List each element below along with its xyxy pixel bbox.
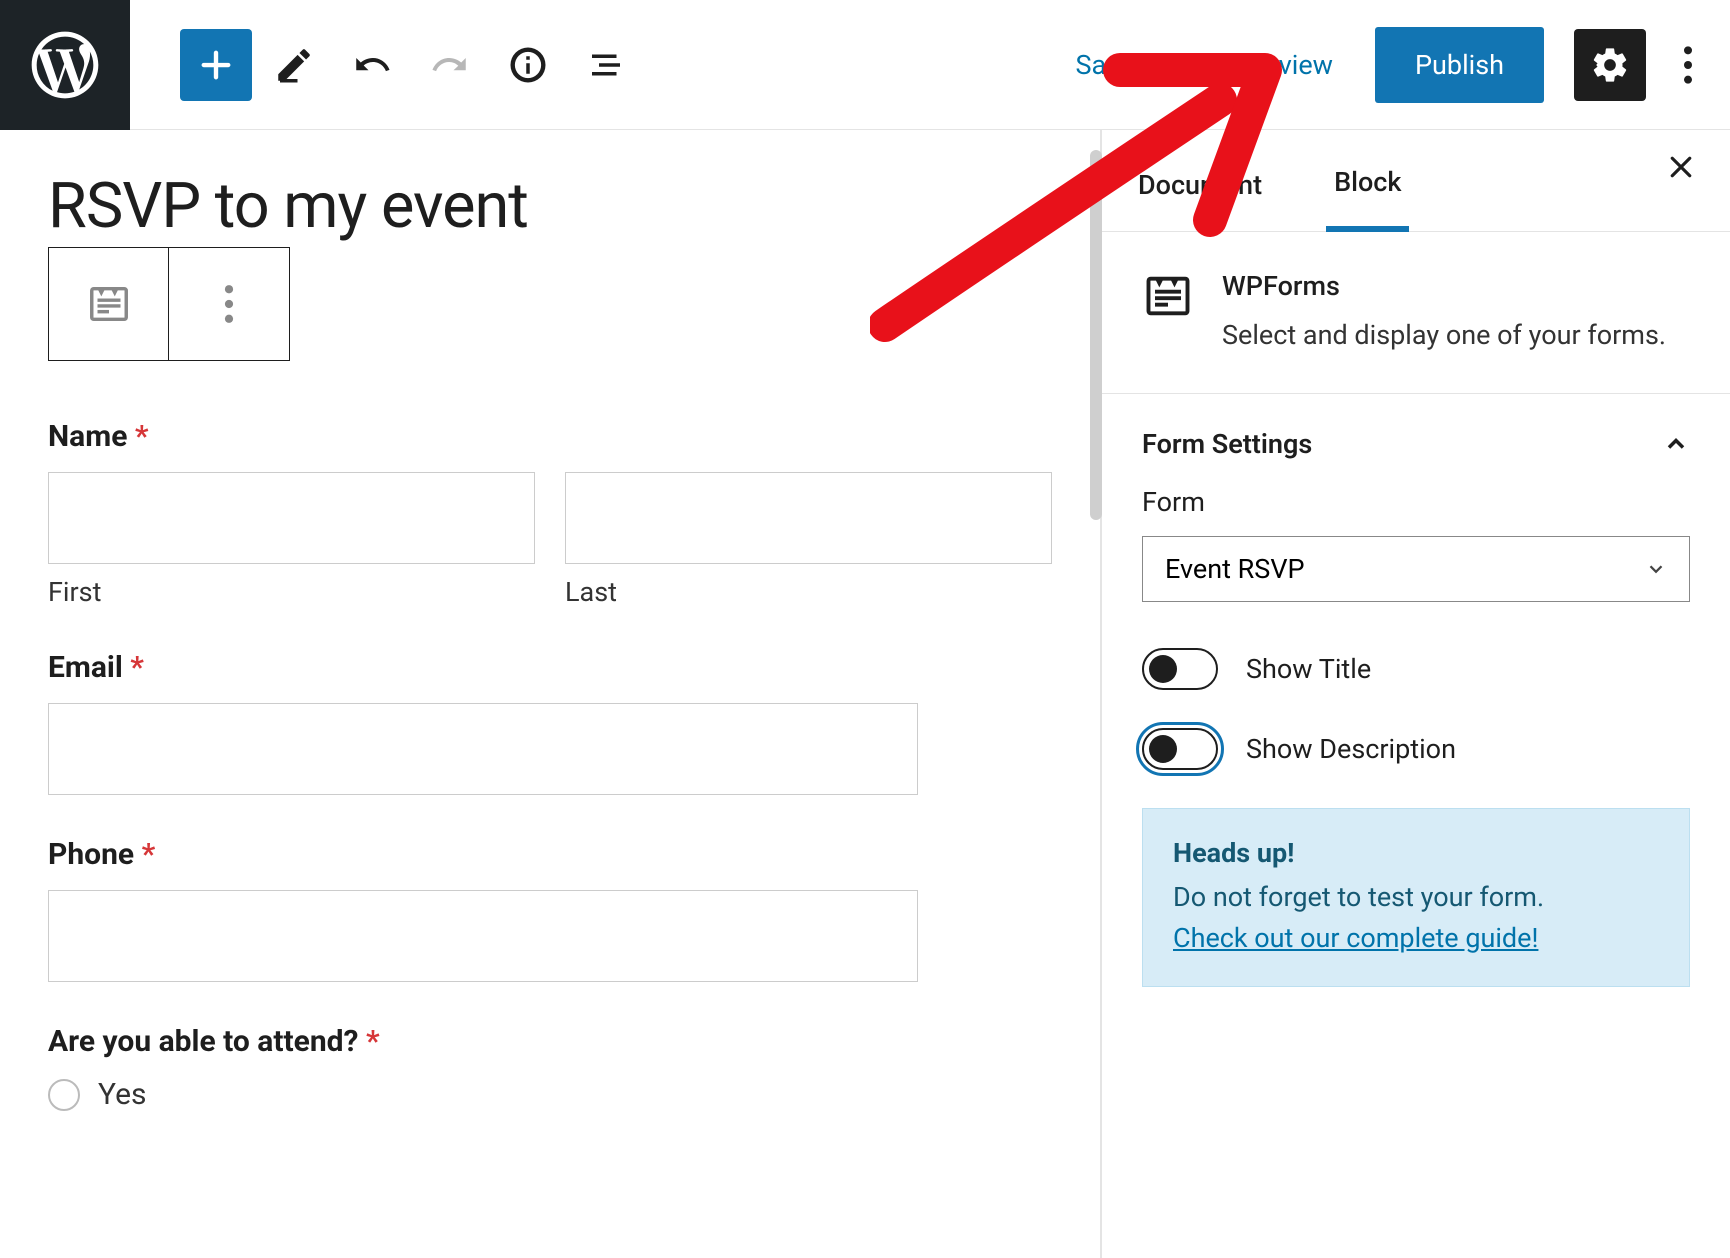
more-options-button[interactable] [1664, 29, 1712, 101]
wordpress-icon [25, 25, 105, 105]
form-select-value: Event RSVP [1165, 553, 1305, 585]
first-name-input[interactable] [48, 472, 535, 564]
email-input[interactable] [48, 703, 918, 795]
block-type-button[interactable] [49, 248, 169, 360]
block-toolbar [48, 247, 290, 361]
outline-icon [585, 44, 627, 86]
tab-block[interactable]: Block [1326, 154, 1409, 232]
top-toolbar: Save draft Preview Publish [0, 0, 1730, 130]
notice-heads-up: Heads up! Do not forget to test your for… [1142, 808, 1690, 987]
block-title: WPForms [1222, 270, 1666, 302]
redo-icon [429, 44, 471, 86]
gear-icon [1590, 45, 1630, 85]
settings-button[interactable] [1574, 29, 1646, 101]
field-label-attend: Are you able to attend? * [48, 1024, 1052, 1059]
dots-vertical-icon [1684, 45, 1692, 85]
info-icon [507, 44, 549, 86]
save-draft-link[interactable]: Save draft [1075, 49, 1196, 81]
close-sidebar-button[interactable] [1666, 152, 1696, 186]
form-select[interactable]: Event RSVP [1142, 536, 1690, 602]
phone-input[interactable] [48, 890, 918, 982]
form-icon [1142, 270, 1194, 322]
plus-icon [195, 44, 237, 86]
editor-canvas[interactable]: RSVP to my event Name * First Last [0, 130, 1102, 1258]
info-button[interactable] [492, 29, 564, 101]
field-label-email: Email * [48, 650, 1052, 685]
pencil-icon [273, 44, 315, 86]
notice-title: Heads up! [1173, 837, 1659, 869]
toolbar-left-group [180, 29, 642, 101]
publish-button[interactable]: Publish [1375, 27, 1544, 103]
preview-link[interactable]: Preview [1239, 49, 1333, 81]
add-block-button[interactable] [180, 29, 252, 101]
section-form-settings[interactable]: Form Settings [1102, 394, 1730, 486]
chevron-up-icon [1662, 430, 1690, 458]
toggle-label-show-title: Show Title [1246, 653, 1371, 685]
sublabel-last: Last [565, 576, 1052, 608]
last-name-input[interactable] [565, 472, 1052, 564]
block-more-button[interactable] [169, 248, 289, 360]
sidebar-panel: Document Block WPForms Select and displa… [1102, 130, 1730, 1258]
field-label-name: Name * [48, 419, 1052, 454]
radio-label: Yes [98, 1077, 146, 1112]
dots-vertical-icon [206, 281, 252, 327]
toggle-show-description[interactable] [1142, 728, 1218, 770]
sidebar-tabs: Document Block [1102, 130, 1730, 232]
toggle-label-show-description: Show Description [1246, 733, 1456, 765]
wordpress-logo[interactable] [0, 0, 130, 130]
form-select-label: Form [1142, 486, 1690, 518]
toggle-show-title[interactable] [1142, 648, 1218, 690]
chevron-down-icon [1645, 558, 1667, 580]
radio-icon [48, 1079, 80, 1111]
notice-text: Do not forget to test your form. [1173, 881, 1544, 913]
sublabel-first: First [48, 576, 535, 608]
form-icon [86, 281, 132, 327]
close-icon [1666, 152, 1696, 182]
block-info: WPForms Select and display one of your f… [1102, 232, 1730, 394]
page-title[interactable]: RSVP to my event [48, 170, 1052, 243]
notice-link[interactable]: Check out our complete guide! [1173, 922, 1538, 954]
section-title: Form Settings [1142, 428, 1312, 460]
radio-option-yes[interactable]: Yes [48, 1077, 1052, 1112]
outline-button[interactable] [570, 29, 642, 101]
redo-button[interactable] [414, 29, 486, 101]
undo-button[interactable] [336, 29, 408, 101]
form-preview: Name * First Last Email * Phone * [48, 419, 1052, 1112]
tab-document[interactable]: Document [1130, 157, 1270, 229]
field-label-phone: Phone * [48, 837, 1052, 872]
scrollbar[interactable] [1090, 150, 1102, 520]
block-description: Select and display one of your forms. [1222, 316, 1666, 355]
undo-icon [351, 44, 393, 86]
edit-mode-button[interactable] [258, 29, 330, 101]
